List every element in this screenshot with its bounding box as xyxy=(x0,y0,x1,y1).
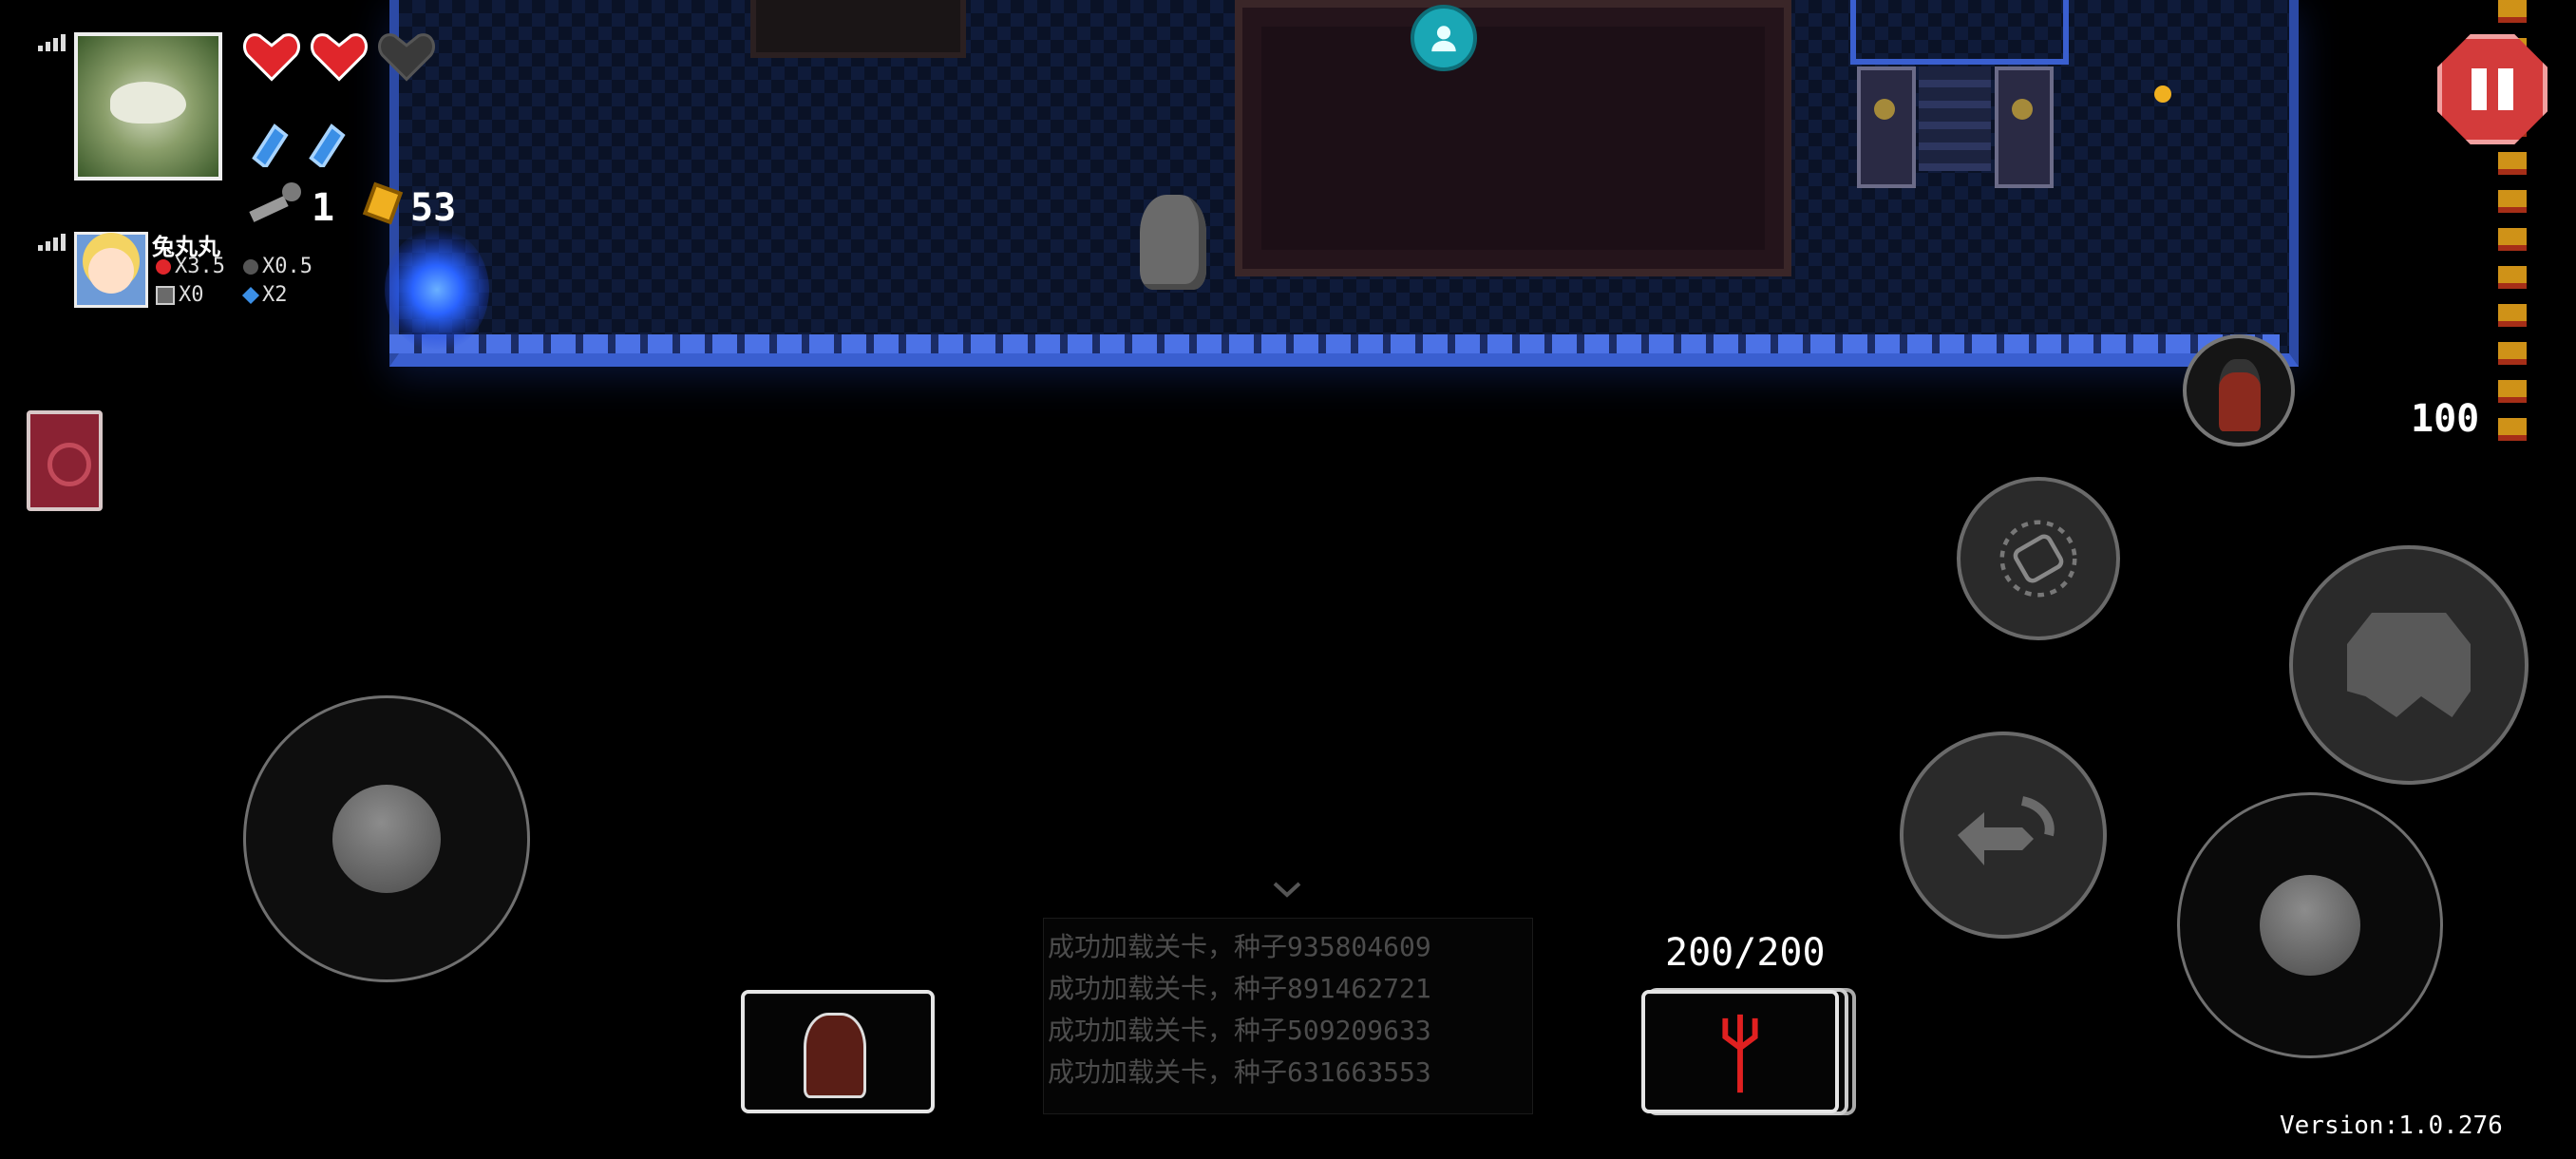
attack-button[interactable] xyxy=(2289,545,2529,785)
heart-icon xyxy=(311,33,368,82)
aim-joystick[interactable] xyxy=(2177,792,2443,1058)
stairs[interactable] xyxy=(1919,66,1991,171)
banner-right xyxy=(1995,66,2054,188)
teammate-armor: X0 xyxy=(156,283,204,307)
empty-heart-icon xyxy=(378,33,435,82)
room-wall xyxy=(389,334,2280,353)
stone-statue xyxy=(1140,195,1206,290)
armor-icon xyxy=(156,285,175,305)
blue-flame xyxy=(385,228,489,352)
weapon-slot[interactable] xyxy=(1641,990,1839,1113)
aim-knob[interactable] xyxy=(2260,875,2360,976)
pet-item-slot[interactable] xyxy=(741,990,935,1113)
log-line: 成功加载关卡，种子935804609 xyxy=(1048,931,1431,962)
swap-icon xyxy=(1958,796,2055,865)
move-joystick[interactable] xyxy=(243,695,530,982)
ghost-icon xyxy=(2347,613,2471,717)
key-count: 1 xyxy=(312,186,335,230)
skill-button[interactable] xyxy=(1957,477,2120,640)
heart-icon xyxy=(243,33,300,82)
chevron-down-icon[interactable] xyxy=(1271,878,1303,901)
shield-icon xyxy=(309,124,346,167)
barrel-icon xyxy=(1999,520,2077,598)
pause-button[interactable] xyxy=(2437,34,2548,144)
banner-left xyxy=(1857,66,1916,188)
joystick-knob[interactable] xyxy=(332,785,441,893)
energy-icon xyxy=(241,286,260,304)
teammate-energy: X2 xyxy=(241,283,288,307)
log-line: 成功加载关卡，种子891462721 xyxy=(1048,973,1431,1004)
shield-icon xyxy=(252,124,289,167)
heart-icon xyxy=(156,258,171,275)
wall-block xyxy=(750,0,966,58)
log-line: 成功加载关卡，种子631663553 xyxy=(1048,1056,1431,1088)
money-count: 53 xyxy=(410,186,457,230)
teammate-health: X3.5 xyxy=(156,255,225,278)
teammate-damage: X0.5 xyxy=(243,255,313,278)
message-log: 成功加载关卡，种子935804609 成功加载关卡，种子891462721 成功… xyxy=(1043,918,1533,1114)
pet-icon xyxy=(804,1013,866,1098)
weapon-ammo: 200/200 xyxy=(1665,931,1826,975)
coin-icon xyxy=(362,181,404,225)
version-label: Version:1.0.276 xyxy=(2280,1112,2503,1140)
teammate-avatar[interactable] xyxy=(74,232,148,308)
carpet xyxy=(1235,0,1791,276)
player-portrait[interactable] xyxy=(74,32,222,180)
banner-frame xyxy=(1850,0,2069,65)
pet-button[interactable] xyxy=(2183,334,2295,446)
trident-icon xyxy=(1722,1014,1758,1093)
profile-icon[interactable] xyxy=(1411,5,1477,71)
signal-icon xyxy=(38,32,66,51)
log-line: 成功加载关卡，种子509209633 xyxy=(1048,1015,1431,1046)
signal-icon xyxy=(38,232,66,251)
dark-heart-icon xyxy=(243,258,258,275)
gold-coin xyxy=(2154,86,2171,103)
swap-weapon-button[interactable] xyxy=(1900,732,2107,939)
book-icon[interactable] xyxy=(27,410,103,511)
ammo-reserve: 100 xyxy=(2411,397,2480,441)
key-icon xyxy=(249,182,301,222)
